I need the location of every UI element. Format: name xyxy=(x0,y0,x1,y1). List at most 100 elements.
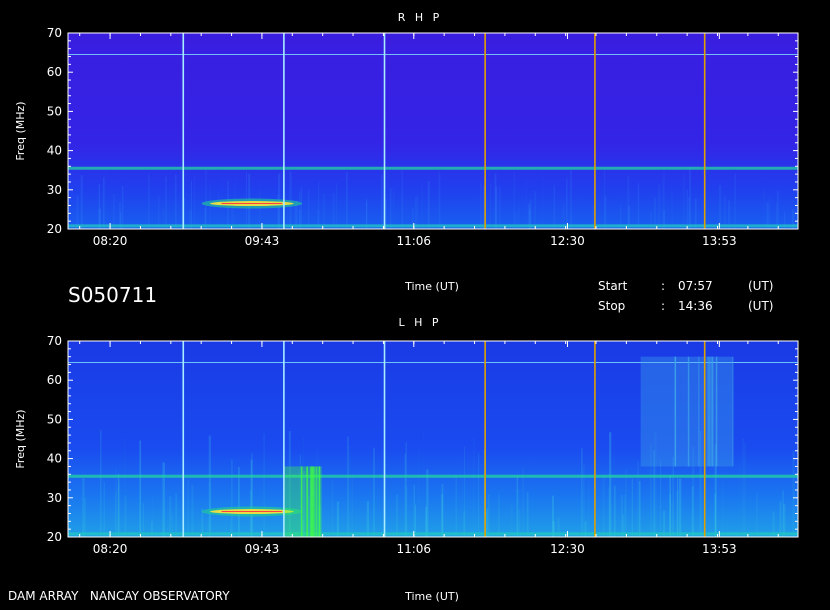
lhp-texture-streak xyxy=(742,438,744,537)
rhp-xtick-label-3: 12:30 xyxy=(550,234,585,248)
lhp-ytick-label-2: 40 xyxy=(47,452,62,466)
rhp-texture-streak xyxy=(80,175,83,229)
lhp-texture-streak xyxy=(404,453,406,537)
rhp-ytick-label-0: 20 xyxy=(47,222,62,236)
lhp-xtick-label-4: 13:53 xyxy=(702,542,737,556)
rhp-texture-streak xyxy=(113,194,115,229)
lhp-storm-streak-5 xyxy=(715,356,718,467)
rhp-texture-streak xyxy=(217,189,219,229)
lhp-xtick-label-2: 11:06 xyxy=(396,542,431,556)
rhp-texture-streak xyxy=(477,193,479,229)
lhp-texture-streak xyxy=(124,438,126,537)
lhp-texture-streak xyxy=(418,447,420,537)
lhp-texture-streak xyxy=(366,501,369,537)
lhp-texture-streak xyxy=(116,485,119,537)
rhp-texture-streak xyxy=(490,183,492,229)
lhp-texture-streak xyxy=(621,494,623,537)
lhp-texture-streak xyxy=(714,493,716,537)
lhp-storm-streak-5 xyxy=(687,356,690,467)
rhp-texture-streak xyxy=(103,177,105,229)
lhp-texture-streak xyxy=(208,435,211,537)
rhp-texture-streak xyxy=(763,188,765,229)
rhp-texture-streak xyxy=(658,184,661,229)
lhp-texture-streak xyxy=(698,487,699,538)
lhp-texture-streak xyxy=(581,447,583,537)
rhp-texture-streak xyxy=(335,182,337,229)
lhp-texture-streak xyxy=(347,436,349,537)
rhp-title: R H P xyxy=(398,11,443,24)
rhp-texture-streak xyxy=(794,168,796,229)
rhp-ytick-label-5: 70 xyxy=(47,26,62,40)
rhp-texture-streak xyxy=(332,193,335,229)
stop-unit: (UT) xyxy=(748,299,773,313)
rhp-texture-streak xyxy=(513,171,515,229)
lhp-storm-streak-5 xyxy=(707,356,709,467)
rhp-texture-streak xyxy=(499,186,501,229)
lhp-ylabel: Freq (MHz) xyxy=(14,409,27,468)
lhp-texture-streak xyxy=(744,442,746,537)
lhp-texture-streak xyxy=(677,478,679,537)
rhp-texture-streak xyxy=(76,195,79,229)
lhp-storm-streak-4 xyxy=(300,466,303,537)
rhp-ytick-label-3: 50 xyxy=(47,104,62,118)
rhp-texture-streak xyxy=(663,170,665,229)
lhp-texture-streak xyxy=(478,453,480,537)
rhp-texture-streak xyxy=(300,187,303,229)
lhp-texture-streak xyxy=(169,496,172,537)
lhp-texture-streak xyxy=(672,457,674,537)
rhp-texture-streak xyxy=(147,174,150,229)
lhp-texture-streak xyxy=(187,479,189,537)
lhp-texture-streak xyxy=(463,446,465,537)
lhp-texture-streak xyxy=(659,460,662,537)
rhp-texture-streak xyxy=(380,174,383,229)
lhp-texture-streak xyxy=(162,462,165,537)
rhp-ytick-label-1: 30 xyxy=(47,183,62,197)
rhp-texture-streak xyxy=(779,178,780,229)
lhp-texture-streak xyxy=(231,459,233,537)
rhp-texture-streak xyxy=(525,180,527,229)
rhp-texture-streak xyxy=(190,180,192,229)
rhp-texture-streak xyxy=(439,173,441,229)
lhp-texture-streak xyxy=(753,499,754,537)
lhp-storm-5 xyxy=(640,356,733,467)
lhp-texture-streak xyxy=(498,494,500,537)
lhp-texture-streak xyxy=(782,490,784,537)
rhp-texture-streak xyxy=(724,195,726,229)
start-sep: : xyxy=(661,279,665,293)
lhp-texture-streak xyxy=(103,481,105,537)
rhp-panel: 20 30 40 50 60 70 08:20 09:43 11:06 12:30 13:53 R … xyxy=(14,11,799,293)
lhp-hband-1 xyxy=(68,474,798,478)
lhp-texture-streak xyxy=(639,481,641,537)
rhp-xtick-label-2: 11:06 xyxy=(396,234,431,248)
rhp-hband-2 xyxy=(68,224,798,228)
rhp-ytick-label-2: 40 xyxy=(47,144,62,158)
lhp-panel: 20 30 40 50 60 70 08:20 09:43 11:06 12:30 13:53 L … xyxy=(14,316,799,603)
lhp-storm-streak-4 xyxy=(318,466,321,537)
rhp-texture-streak xyxy=(392,185,395,229)
rhp-xtick-label-4: 13:53 xyxy=(702,234,737,248)
lhp-texture-streak xyxy=(722,477,724,537)
lhp-ytick-label-3: 50 xyxy=(47,412,62,426)
lhp-title: L H P xyxy=(398,316,441,329)
rhp-texture-streak xyxy=(688,196,690,229)
rhp-texture-streak xyxy=(734,173,736,229)
rhp-texture-streak xyxy=(566,176,568,229)
rhp-texture-streak xyxy=(604,196,607,229)
lhp-ytick-label-5: 70 xyxy=(47,334,62,348)
lhp-texture-streak xyxy=(602,474,605,537)
rhp-texture-streak xyxy=(686,189,688,229)
lhp-texture-streak xyxy=(517,489,520,537)
lhp-texture-streak xyxy=(139,440,142,537)
lhp-texture-streak xyxy=(526,492,529,537)
lhp-texture-streak xyxy=(792,450,795,537)
lhp-xtick-label-0: 08:20 xyxy=(93,542,128,556)
lhp-texture-streak xyxy=(625,469,627,537)
lhp-texture-streak xyxy=(455,474,457,537)
lhp-texture-streak xyxy=(373,447,375,537)
rhp-texture-streak xyxy=(577,197,579,229)
lhp-storm-streak-5 xyxy=(711,356,713,467)
session-id: S050711 xyxy=(68,283,157,307)
lhp-texture-streak xyxy=(405,442,407,537)
lhp-texture-streak xyxy=(395,494,398,537)
rhp-texture-streak xyxy=(637,183,640,229)
